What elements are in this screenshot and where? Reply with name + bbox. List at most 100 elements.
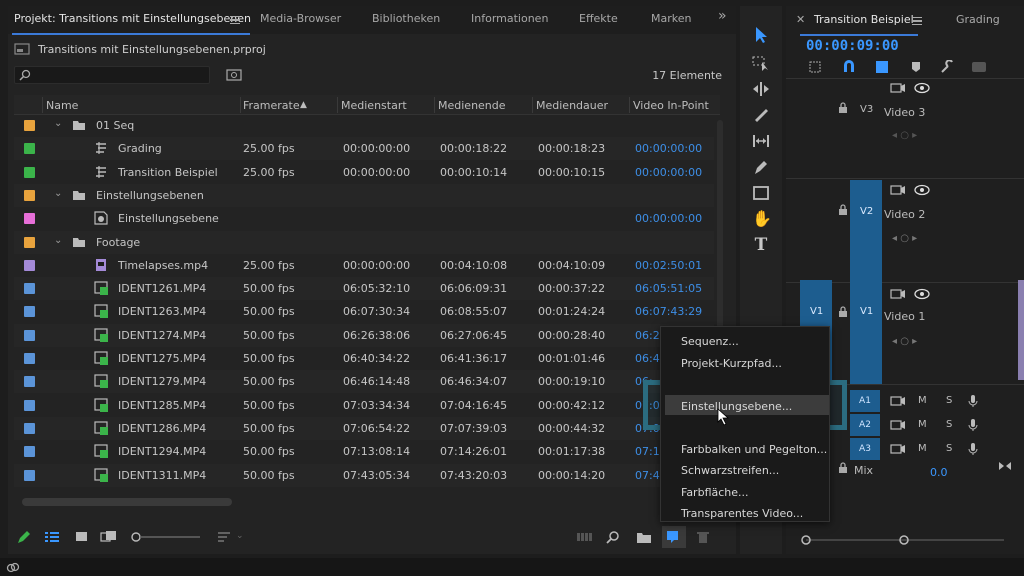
horizontal-scrollbar[interactable] (22, 498, 232, 506)
item-name[interactable]: Timelapses.mp4 (118, 259, 208, 272)
microphone-icon[interactable] (968, 418, 978, 432)
mute-button[interactable]: M (918, 419, 927, 430)
automate-to-sequence-icon[interactable] (576, 530, 592, 544)
close-icon[interactable]: ✕ (796, 13, 805, 26)
table-row[interactable]: IDENT1279.MP4 50.00 fps 06:46:14:48 06:46:3… (14, 370, 714, 394)
razor-tool-icon[interactable] (752, 106, 770, 124)
label-color-swatch[interactable] (24, 166, 35, 178)
track-select-tool-icon[interactable] (752, 54, 770, 72)
item-name[interactable]: Transition Beispiel (118, 166, 218, 179)
solo-button[interactable]: S (946, 395, 952, 406)
track-target-v3[interactable]: V3 (860, 104, 873, 115)
column-framerate[interactable]: Framerate (243, 99, 300, 112)
new-item-button[interactable] (662, 526, 686, 548)
menu-item-projekt-kurzpfad[interactable]: Projekt-Kurzpfad... (681, 357, 782, 370)
track-target-a1[interactable]: A1 (850, 390, 880, 412)
table-row[interactable]: IDENT1261.MP4 50.00 fps 06:05:32:10 06:06:0… (14, 277, 714, 301)
label-color-swatch[interactable] (24, 283, 35, 295)
find-icon[interactable] (606, 530, 622, 544)
menu-item-sequenz[interactable]: Sequenz... (681, 335, 739, 348)
new-search-bin-icon[interactable] (226, 68, 242, 82)
column-name[interactable]: Name (46, 99, 78, 112)
keyframe-nav-icon[interactable]: ◂ ○ ▸ (892, 233, 917, 244)
captions-icon[interactable] (972, 62, 986, 72)
label-color-swatch[interactable] (24, 446, 35, 458)
tab-transition-beispiel[interactable]: Transition Beispiel (814, 13, 914, 26)
freeform-view-icon[interactable] (100, 530, 116, 544)
new-bin-icon[interactable] (636, 530, 652, 544)
item-name[interactable]: IDENT1311.MP4 (118, 469, 206, 482)
item-name[interactable]: IDENT1263.MP4 (118, 305, 206, 318)
table-row[interactable]: Einstellungsebene 00:00:00:00 (14, 207, 714, 230)
column-video-inpoint[interactable]: Video In-Point (633, 99, 709, 112)
item-name[interactable]: 01 Seq (96, 119, 134, 132)
table-row[interactable]: IDENT1286.MP4 50.00 fps 07:06:54:22 07:07:3… (14, 416, 714, 440)
add-marker-icon[interactable] (912, 62, 920, 72)
slip-tool-icon[interactable] (752, 132, 770, 150)
label-color-swatch[interactable] (24, 120, 35, 131)
label-color-swatch[interactable] (24, 353, 35, 364)
label-color-swatch[interactable] (24, 213, 35, 225)
keyframe-nav-icon[interactable]: ◂ ○ ▸ (892, 336, 917, 347)
wrench-icon[interactable] (941, 60, 953, 73)
solo-button[interactable]: S (946, 443, 952, 454)
table-row[interactable]: Transition Beispiel 25.00 fps 00:00:00:00 0… (14, 161, 714, 184)
label-color-swatch[interactable] (24, 469, 35, 481)
table-row[interactable]: Grading 25.00 fps 00:00:00:00 00:00:18:22 00… (14, 137, 714, 161)
ripple-edit-tool-icon[interactable] (752, 80, 770, 98)
label-color-swatch[interactable] (24, 236, 35, 248)
table-row[interactable]: ⌄ Einstellungsebenen (14, 183, 714, 207)
type-tool-icon[interactable]: T (752, 236, 770, 254)
chevron-down-icon[interactable]: ⌄ (54, 188, 62, 199)
mute-button[interactable]: M (918, 443, 927, 454)
track-target-a2[interactable]: A2 (850, 414, 880, 436)
track-target-a3[interactable]: A3 (850, 438, 880, 460)
pencil-icon[interactable] (16, 530, 32, 544)
track-target-v1[interactable]: V1 (860, 306, 873, 317)
linked-selection-icon[interactable] (876, 61, 888, 73)
item-name[interactable]: IDENT1274.MP4 (118, 329, 206, 342)
label-color-swatch[interactable] (24, 329, 35, 341)
zoom-slider[interactable] (130, 530, 210, 544)
keyframe-nav-icon[interactable]: ◂ ○ ▸ (892, 130, 917, 141)
table-row[interactable]: IDENT1275.MP4 50.00 fps 06:40:34:22 06:41:3… (14, 347, 714, 370)
lock-icon[interactable] (838, 204, 848, 216)
eye-icon[interactable] (914, 288, 930, 300)
table-row[interactable]: Timelapses.mp4 25.00 fps 00:00:00:00 00:04:… (14, 254, 714, 277)
microphone-icon[interactable] (968, 442, 978, 456)
column-media-start[interactable]: Medienstart (341, 99, 407, 112)
column-media-end[interactable]: Medienende (438, 99, 506, 112)
insert-nest-icon[interactable] (809, 61, 821, 73)
table-row[interactable]: IDENT1311.MP4 50.00 fps 07:43:05:34 07:43:2… (14, 463, 714, 487)
toggle-sync-icon[interactable] (890, 288, 906, 300)
tab-media-browser[interactable]: Media-Browser (260, 12, 341, 25)
selection-tool-icon[interactable] (752, 26, 770, 44)
hand-tool-icon[interactable]: ✋ (752, 210, 772, 228)
label-color-swatch[interactable] (24, 259, 35, 271)
search-input[interactable] (14, 66, 210, 84)
lock-icon[interactable] (838, 462, 848, 474)
item-name[interactable]: Einstellungsebenen (96, 189, 204, 202)
creative-cloud-icon[interactable] (6, 561, 20, 573)
table-row[interactable]: ⌄ 01 Seq (14, 114, 714, 137)
toggle-sync-icon[interactable] (890, 82, 906, 94)
panel-menu-icon[interactable] (230, 16, 240, 24)
item-name[interactable]: Grading (118, 142, 162, 155)
timeline-zoom-scrollbar[interactable] (800, 534, 1010, 546)
table-row[interactable]: IDENT1274.MP4 50.00 fps 06:26:38:06 06:27:0… (14, 323, 714, 347)
timeline-menu-icon[interactable] (912, 17, 922, 25)
toggle-sync-icon[interactable] (890, 443, 906, 455)
chevron-down-icon[interactable]: ⌄ (54, 118, 62, 129)
menu-item-farbbalken[interactable]: Farbbalken und Pegelton... (681, 443, 827, 456)
mix-value[interactable]: 0.0 (930, 466, 948, 479)
playhead-timecode[interactable]: 00:00:09:00 (806, 38, 899, 54)
tab-libraries[interactable]: Bibliotheken (372, 12, 440, 25)
sort-icons-icon[interactable] (216, 530, 232, 544)
label-color-swatch[interactable] (24, 306, 35, 318)
menu-item-schwarzstreifen[interactable]: Schwarzstreifen... (681, 464, 779, 477)
chevron-down-icon[interactable]: ⌄ (54, 235, 62, 246)
label-color-swatch[interactable] (24, 422, 35, 434)
chevron-down-icon[interactable]: ⌄ (236, 531, 244, 541)
table-row[interactable]: IDENT1294.MP4 50.00 fps 07:13:08:14 07:14:2… (14, 440, 714, 463)
trash-icon[interactable] (696, 530, 712, 544)
